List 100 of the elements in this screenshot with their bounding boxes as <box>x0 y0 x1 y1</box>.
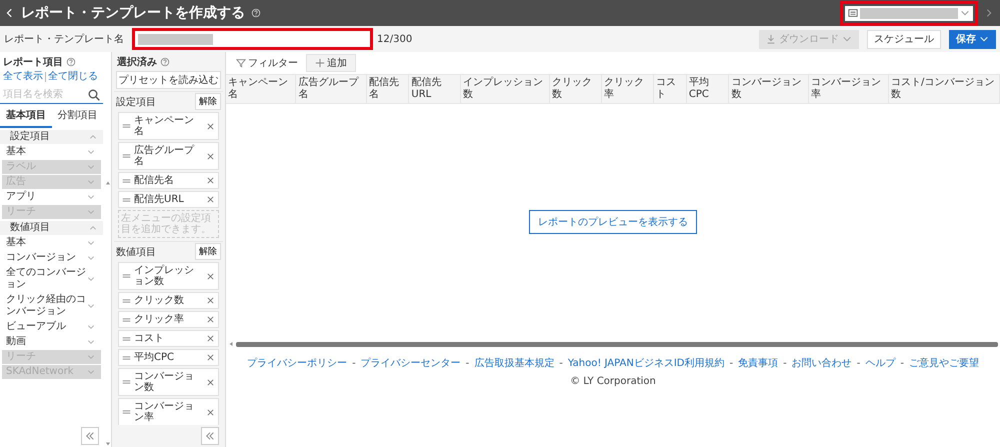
scrollbar[interactable] <box>104 180 111 447</box>
chevron-right-icon <box>984 8 994 18</box>
selected-item-chip[interactable]: 配信先名 <box>118 172 219 189</box>
column-header: コンバージョン数 <box>729 75 810 103</box>
footer-link[interactable]: Yahoo! JAPANビジネスID利用規約 <box>568 356 724 370</box>
column-header: 広告グループ名 <box>296 75 367 103</box>
category-item[interactable]: 動画 <box>2 335 101 349</box>
remove-icon <box>206 122 215 130</box>
separator-dash: - <box>856 358 860 368</box>
tab[interactable]: 分割項目 <box>52 104 103 128</box>
remove-icon <box>206 353 215 362</box>
show-preview-button[interactable]: レポートのプレビューを表示する <box>529 210 697 234</box>
footer-link[interactable]: 広告取扱基本規定 <box>474 356 554 370</box>
footer-link[interactable]: 免責事項 <box>738 356 778 370</box>
panel-title: 選択済み <box>117 55 157 69</box>
help-icon <box>251 8 261 18</box>
add-button[interactable]: 追加 <box>306 54 356 72</box>
category-item[interactable]: ビューアブル <box>2 320 101 334</box>
column-header: キャンペーン名 <box>226 75 296 103</box>
chevron-down-icon <box>87 302 95 310</box>
plus-icon <box>315 58 325 68</box>
clear-button[interactable]: 解除 <box>195 93 221 110</box>
separator-dash: - <box>900 358 904 368</box>
double-chevron-left-icon <box>85 431 95 441</box>
scroll-up-icon <box>104 180 110 186</box>
chevron-down-icon <box>979 34 989 44</box>
selected-item-chip[interactable]: コンバージョン率 <box>118 398 219 425</box>
category-item[interactable]: 基本 <box>2 236 101 250</box>
schedule-button[interactable]: スケジュール <box>867 30 941 48</box>
search-icon <box>88 88 100 100</box>
remove-icon <box>206 296 215 305</box>
page-title: レポート・テンプレートを作成する <box>21 4 245 22</box>
footer-link[interactable]: ご意見やご要望 <box>908 356 979 370</box>
separator-dash: - <box>730 358 734 368</box>
category-item[interactable]: 基本 <box>2 145 101 159</box>
separator-dash: - <box>466 358 470 368</box>
footer-link[interactable]: ヘルプ <box>865 356 896 370</box>
character-counter: 12/300 <box>377 34 412 44</box>
category-item[interactable]: コンバージョン <box>2 251 101 265</box>
selected-item-chip[interactable]: クリック率 <box>118 311 219 328</box>
selected-item-chip[interactable]: 平均CPC <box>118 349 219 366</box>
section-header[interactable]: 設定項目 <box>0 130 103 144</box>
collapse-button[interactable] <box>201 427 219 445</box>
field-label: レポート・テンプレート名 <box>4 32 124 46</box>
column-header: コンバージョン率 <box>809 75 889 103</box>
selected-item-chip[interactable]: コスト <box>118 330 219 347</box>
collapse-all-link[interactable]: 全て閉じる <box>48 70 98 83</box>
column-header: クリック率 <box>602 75 654 103</box>
selected-item-chip[interactable]: インプレッション数 <box>118 262 219 290</box>
chevron-down-icon <box>842 34 852 44</box>
scroll-left-icon <box>228 341 234 347</box>
help-icon <box>160 57 170 67</box>
save-button[interactable]: 保存 <box>949 30 996 48</box>
remove-icon <box>206 176 215 185</box>
help-icon <box>66 57 76 67</box>
selected-item-chip[interactable]: キャンペーン名 <box>118 112 219 140</box>
column-header: 平均CPC <box>686 75 730 103</box>
separator-dash: - <box>783 358 787 368</box>
account-select[interactable] <box>845 6 973 20</box>
clear-button[interactable]: 解除 <box>195 243 221 260</box>
column-header: クリック数 <box>550 75 602 103</box>
remove-icon <box>206 378 215 386</box>
remove-icon <box>206 272 215 280</box>
column-header: 配信先URL <box>409 75 462 103</box>
category-item[interactable]: アプリ <box>2 190 101 204</box>
footer-link[interactable]: お問い合わせ <box>792 356 852 370</box>
account-icon <box>848 8 858 18</box>
category-item[interactable]: 全てのコンバージョン <box>2 266 101 292</box>
download-icon <box>766 34 776 44</box>
filter-icon <box>236 58 246 68</box>
separator-dash: - <box>352 358 356 368</box>
selected-item-chip[interactable]: 配信先URL <box>118 191 219 208</box>
selected-item-chip[interactable]: 広告グループ名 <box>118 142 219 170</box>
separator-dash: - <box>559 358 563 368</box>
column-header: コスト <box>654 75 687 103</box>
column-header: インプレッション数 <box>461 75 550 103</box>
show-all-link[interactable]: 全て表示 <box>3 70 43 83</box>
search-field[interactable]: 項目名を検索 <box>3 89 88 100</box>
selected-item-chip[interactable]: クリック数 <box>118 292 219 309</box>
column-header: 配信先名 <box>366 75 410 103</box>
footer-link[interactable]: プライバシーセンター <box>360 356 461 370</box>
column-header: コスト/コンバージョン数 <box>888 75 1000 103</box>
scroll-down-icon <box>104 441 110 447</box>
selected-item-chip[interactable]: コンバージョン数 <box>118 368 219 396</box>
chevron-up-icon <box>89 224 97 232</box>
panel-title: レポート項目 <box>3 56 63 69</box>
category-item[interactable]: クリック経由のコンバージョン <box>2 293 101 319</box>
chevron-down-icon <box>960 8 970 18</box>
tab[interactable]: 基本項目 <box>0 104 52 128</box>
remove-icon <box>206 334 215 343</box>
double-chevron-left-icon <box>205 431 215 441</box>
remove-icon <box>206 152 215 160</box>
load-preset-button[interactable]: プリセットを読み込む <box>116 71 221 89</box>
section-header[interactable]: 数値項目 <box>0 221 103 235</box>
chevron-down-icon <box>87 275 95 283</box>
remove-icon <box>206 408 215 416</box>
collapse-button[interactable] <box>81 427 99 445</box>
remove-icon <box>206 195 215 204</box>
remove-icon <box>206 315 215 324</box>
footer-link[interactable]: プライバシーポリシー <box>247 356 348 370</box>
